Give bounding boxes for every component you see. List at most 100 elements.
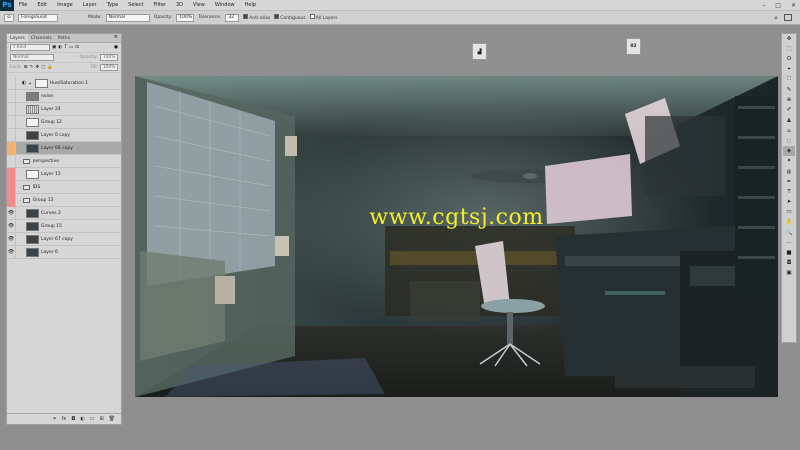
mask-icon[interactable]: ◘ — [71, 416, 75, 422]
layer-name[interactable]: perspective — [33, 159, 59, 164]
group-expand-chevron-icon[interactable]: › — [20, 185, 22, 190]
filter-shape-icon[interactable]: ▭ — [69, 45, 73, 50]
layer-visibility-eye-icon[interactable]: 👁 — [7, 232, 16, 246]
layer-row[interactable]: Layer 68 copy — [7, 141, 121, 155]
filter-kind-select[interactable]: ⌕ Kind — [10, 44, 50, 51]
layer-row[interactable]: Layer 0 copy — [7, 128, 121, 142]
layer-row[interactable]: › perspective — [7, 154, 121, 168]
crop-tool-icon[interactable]: ⛶ — [783, 75, 795, 85]
group-expand-chevron-icon[interactable]: › — [20, 198, 22, 203]
quick-select-tool-icon[interactable]: ⌖ — [783, 65, 795, 75]
layer-row[interactable]: 👁 Curves 2 — [7, 206, 121, 220]
anti-alias-checkbox[interactable]: Anti-alias — [243, 14, 270, 21]
screen-mode-icon[interactable]: ▣ — [783, 268, 795, 278]
link-icon[interactable]: ⚭ — [52, 416, 56, 422]
mask-link-icon[interactable]: ⚭ — [28, 81, 31, 86]
layer-thumbnail[interactable] — [26, 143, 39, 153]
filter-pixel-icon[interactable]: ▣ — [52, 45, 56, 50]
path-select-tool-icon[interactable]: ➤ — [783, 197, 795, 207]
layer-name[interactable]: Layer 68 copy — [41, 146, 73, 151]
menu-type[interactable]: Type — [102, 2, 123, 8]
layer-thumbnail[interactable] — [26, 91, 39, 101]
layer-row[interactable]: › Group 13 — [7, 193, 121, 207]
hand-tool-icon[interactable]: ✋ — [783, 217, 795, 227]
tab-layers[interactable]: Layers — [7, 34, 28, 42]
layer-mask-thumbnail[interactable] — [34, 78, 48, 88]
fill-input[interactable]: 100% — [100, 64, 118, 71]
tolerance-input[interactable]: 32 — [225, 13, 240, 22]
layer-visibility-eye-icon[interactable] — [7, 115, 16, 129]
zoom-tool-icon[interactable]: 🔍 — [783, 228, 795, 238]
layer-name[interactable]: Layer 0 copy — [41, 133, 70, 138]
blend-mode-select[interactable]: Normal — [10, 54, 54, 61]
layer-name[interactable]: Group 13 — [33, 198, 54, 203]
tab-paths[interactable]: Paths — [55, 34, 73, 42]
fill-source-select[interactable]: Foreground — [18, 13, 58, 22]
layer-row[interactable]: 👁 Layer 6 — [7, 245, 121, 259]
blur-tool-icon[interactable]: ✦ — [783, 156, 795, 166]
layer-thumbnail[interactable] — [26, 247, 39, 257]
layer-name[interactable]: Curves 2 — [41, 211, 61, 216]
menu-select[interactable]: Select — [123, 2, 148, 8]
menu-view[interactable]: View — [188, 2, 210, 8]
mode-select[interactable]: Normal — [105, 13, 150, 22]
layer-row[interactable]: 👁 Layer 67 copy — [7, 232, 121, 246]
workspace-icon[interactable] — [784, 14, 792, 21]
layer-thumbnail[interactable] — [26, 104, 39, 114]
layer-thumbnail[interactable] — [26, 130, 39, 140]
layer-name[interactable]: IDS — [33, 185, 41, 190]
layer-visibility-eye-icon[interactable] — [7, 193, 16, 207]
lock-pixels-icon[interactable]: ⊞ — [24, 65, 28, 70]
lock-move-icon[interactable]: ✥ — [35, 65, 39, 70]
pen-tool-icon[interactable]: ✒ — [783, 177, 795, 187]
move-tool-icon[interactable]: ✥ — [783, 34, 795, 44]
layer-row[interactable]: ◐ ⚭ Hue/Saturation 1 — [7, 76, 121, 90]
minimize-button[interactable]: – — [762, 2, 765, 9]
layer-visibility-eye-icon[interactable] — [7, 167, 16, 181]
second-mini-panel[interactable]: 02 — [626, 38, 641, 55]
layer-thumbnail[interactable] — [26, 169, 39, 179]
history-brush-icon[interactable]: ⌂ — [783, 126, 795, 136]
filter-toggle-icon[interactable]: ● — [114, 45, 118, 50]
marquee-tool-icon[interactable]: ⬚ — [783, 44, 795, 54]
layer-row[interactable]: Group 12 — [7, 115, 121, 129]
maximize-button[interactable]: □ — [775, 2, 781, 9]
menu-layer[interactable]: Layer — [78, 2, 102, 8]
opacity-input[interactable]: 100% — [176, 13, 195, 22]
layer-name[interactable]: Layer 6 — [41, 250, 58, 255]
filter-adjustment-icon[interactable]: ◐ — [58, 45, 62, 50]
shape-tool-icon[interactable]: ▭ — [783, 207, 795, 217]
layer-row[interactable]: Layer 15 — [7, 167, 121, 181]
adjustment-icon[interactable]: ◐ — [80, 416, 84, 422]
healing-tool-icon[interactable]: ⊕ — [783, 95, 795, 105]
brush-tool-icon[interactable]: ✐ — [783, 105, 795, 115]
layer-visibility-eye-icon[interactable] — [7, 102, 16, 116]
contiguous-checkbox[interactable]: Contiguous — [274, 14, 306, 21]
menu-3d[interactable]: 3D — [171, 2, 188, 8]
layer-name[interactable]: Hue/Saturation 1 — [50, 81, 88, 86]
menu-window[interactable]: Window — [210, 2, 240, 8]
more-tools-icon[interactable]: ⋯ — [783, 238, 795, 248]
filter-type-icon[interactable]: T — [64, 45, 67, 50]
layer-visibility-eye-icon[interactable] — [7, 76, 16, 90]
layer-visibility-eye-icon[interactable] — [7, 180, 16, 194]
document-canvas[interactable]: www.cgtsj.com — [135, 76, 778, 397]
lock-brush-icon[interactable]: ✎ — [30, 65, 34, 70]
layer-thumbnail[interactable] — [26, 221, 39, 231]
close-button[interactable]: ✕ — [791, 2, 796, 9]
color-swatch-icon[interactable]: ■ — [783, 248, 795, 258]
lock-all-icon[interactable]: 🔒 — [47, 65, 53, 70]
layer-name[interactable]: noise — [41, 94, 53, 99]
folder-icon[interactable]: ▭ — [90, 416, 95, 422]
all-layers-checkbox[interactable]: All Layers — [309, 14, 338, 21]
panel-menu-icon[interactable]: ≡ — [114, 34, 121, 42]
menu-file[interactable]: File — [14, 2, 32, 8]
layer-visibility-eye-icon[interactable] — [7, 128, 16, 142]
menu-image[interactable]: Image — [52, 2, 78, 8]
layer-visibility-eye-icon[interactable] — [7, 154, 16, 168]
search-icon[interactable]: ⌕ — [774, 14, 778, 23]
group-expand-chevron-icon[interactable]: › — [20, 159, 22, 164]
layer-thumbnail[interactable] — [26, 234, 39, 244]
layer-visibility-eye-icon[interactable]: 👁 — [7, 245, 16, 259]
layer-row[interactable]: Layer 24 — [7, 102, 121, 116]
